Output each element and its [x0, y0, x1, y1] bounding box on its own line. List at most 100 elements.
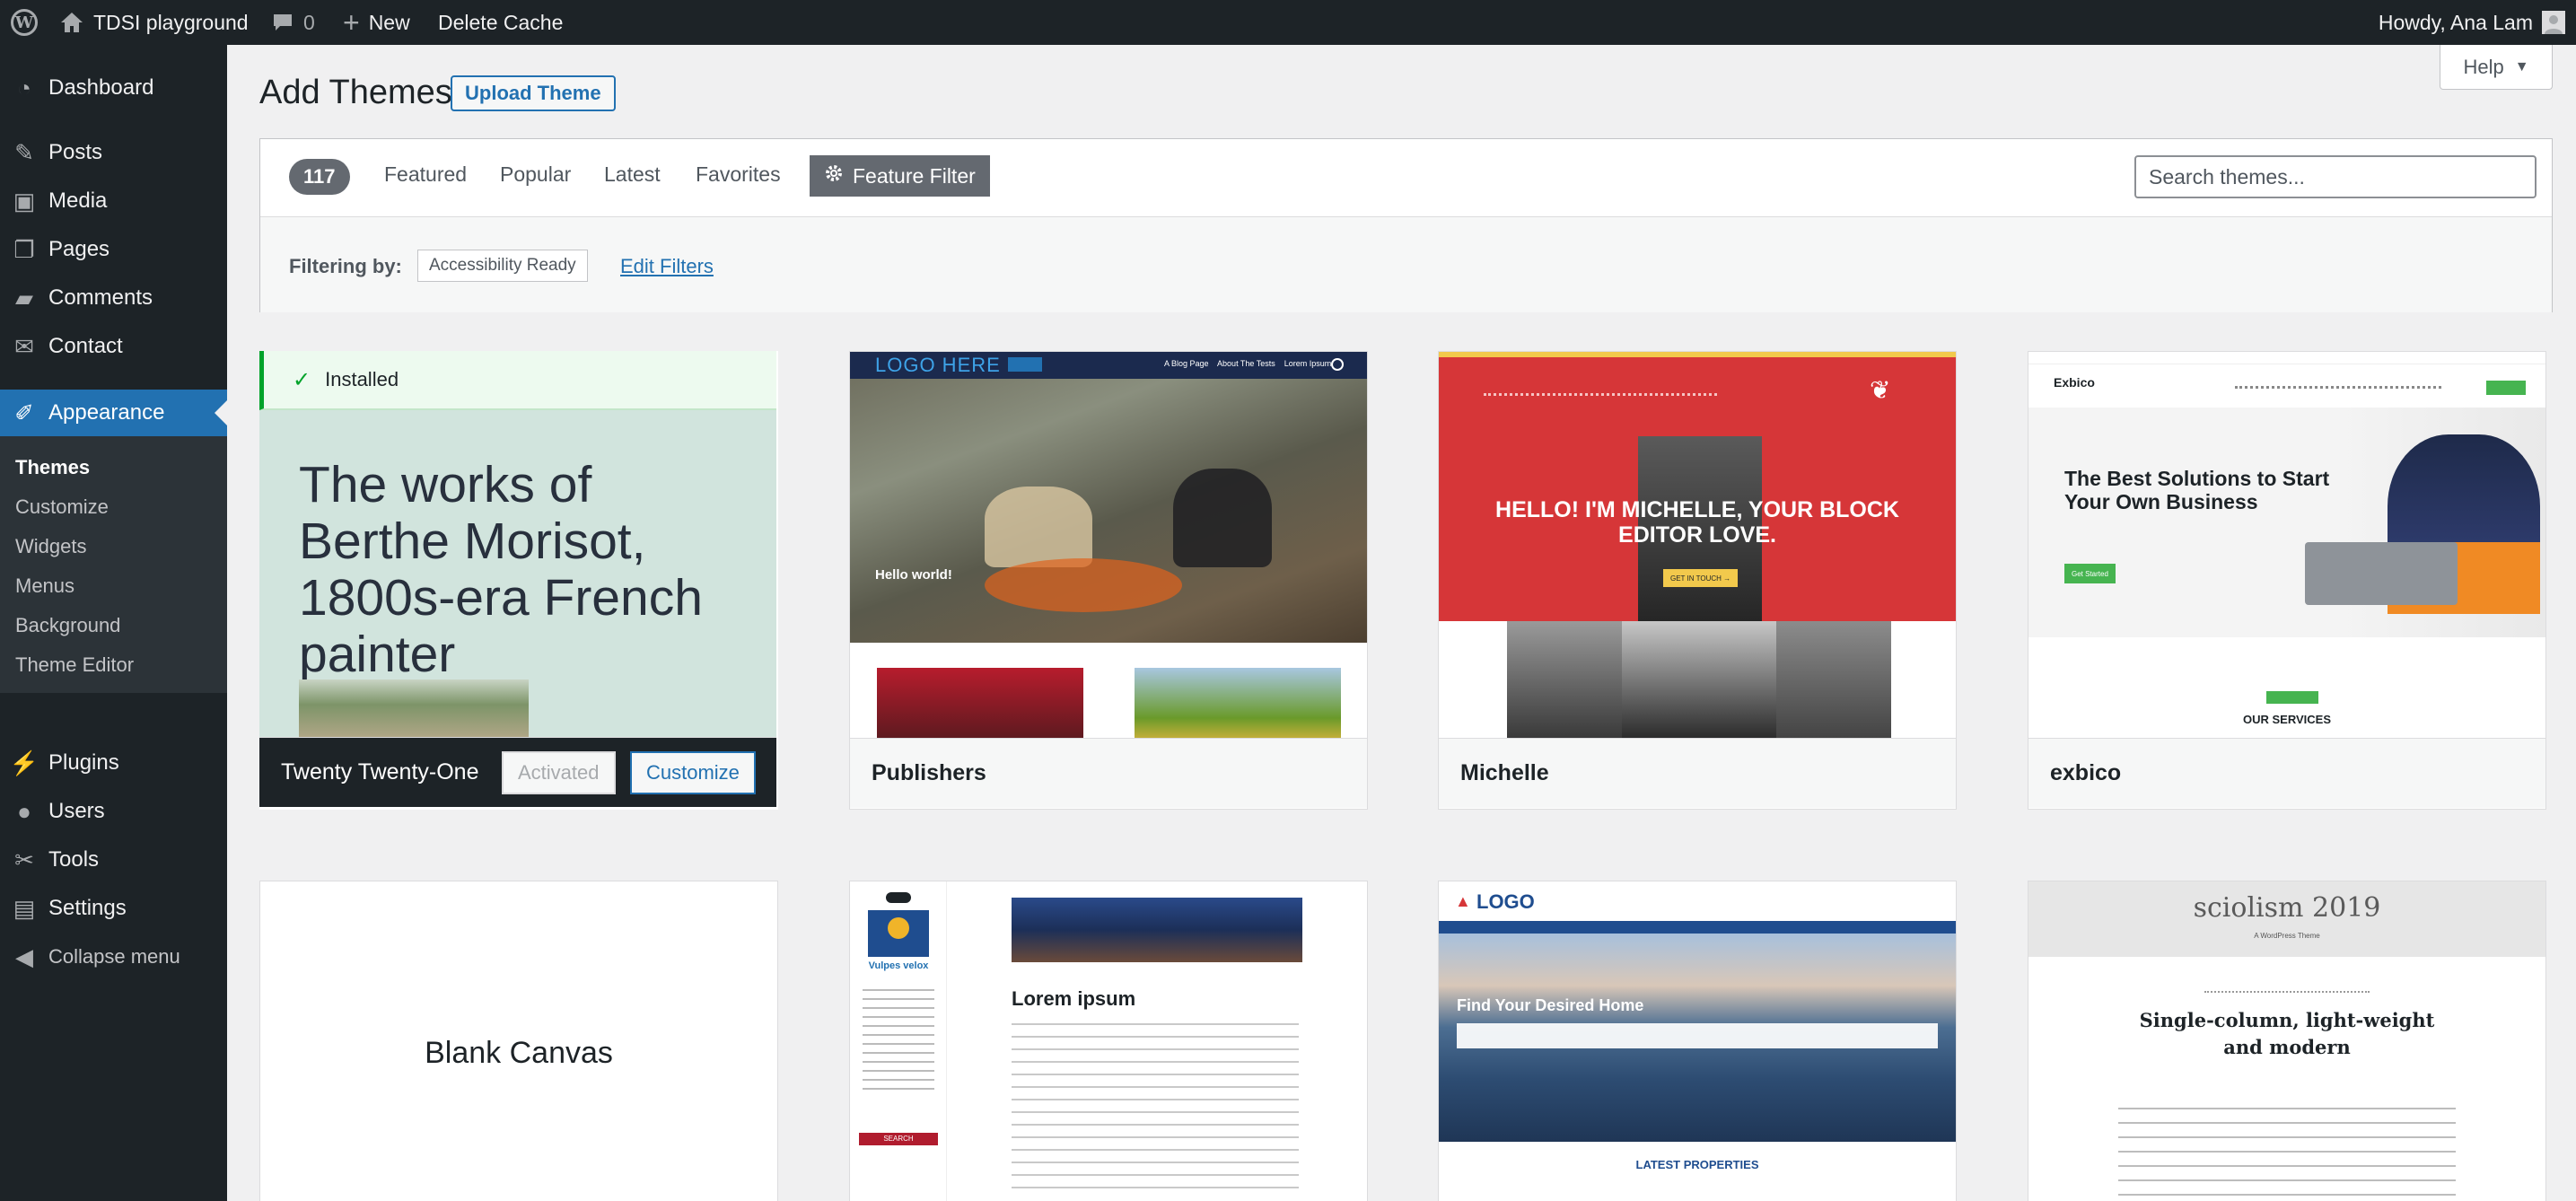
menu-dashboard[interactable]: ◔ Dashboard — [0, 65, 227, 111]
menu-comments[interactable]: ▰ Comments — [0, 275, 227, 321]
theme-card-michelle[interactable]: ❦ HELLO! I'M MICHELLE, YOUR BLOCK EDITOR… — [1438, 351, 1957, 810]
filtering-by-label: Filtering by: — [289, 255, 402, 277]
menu-contact[interactable]: ✉ Contact — [0, 323, 227, 370]
theme-name-bar: exbico — [2028, 738, 2545, 808]
preview-post-meta — [2204, 991, 2370, 995]
menu-posts[interactable]: ✎ Posts — [0, 129, 227, 176]
comments-link[interactable]: 0 — [271, 0, 315, 45]
preview-topbar — [2028, 352, 2545, 364]
delete-cache-link[interactable]: Delete Cache — [438, 0, 563, 45]
settings-icon: ▤ — [13, 894, 36, 922]
search-themes-input[interactable] — [2134, 155, 2537, 198]
tab-popular[interactable]: Popular — [500, 162, 571, 187]
tab-latest[interactable]: Latest — [604, 162, 661, 187]
submenu-theme-editor[interactable]: Theme Editor — [15, 653, 134, 677]
theme-screenshot: sciolism 2019 A WordPress Theme Single-c… — [2028, 881, 2545, 1201]
preview-hero: The Best Solutions to Start Your Own Bus… — [2028, 408, 2545, 637]
installed-notice: ✓ Installed — [259, 351, 776, 410]
theme-card-real-estate[interactable]: ▲ LOGO Find Your Desired Home LATEST PRO… — [1438, 881, 1957, 1201]
new-content-link[interactable]: + New — [343, 0, 410, 45]
new-label: New — [368, 10, 410, 34]
checkmark-icon: ✓ — [293, 367, 311, 392]
customize-button[interactable]: Customize — [630, 751, 756, 794]
preview-photo-2 — [1622, 621, 1776, 738]
gear-icon — [824, 163, 844, 188]
help-tab-button[interactable]: Help ▼ — [2440, 45, 2553, 90]
wordpress-icon: W — [11, 9, 38, 36]
filter-tag-accessibility-ready: Accessibility Ready — [417, 250, 588, 282]
submenu-menus[interactable]: Menus — [15, 574, 74, 598]
theme-screenshot: Exbico The Best Solutions to Start Your … — [2028, 352, 2545, 738]
menu-appearance[interactable]: ✐ Appearance — [0, 390, 227, 436]
preview-badge — [886, 892, 911, 903]
preview-logo-icon: ▲ — [1455, 892, 1471, 910]
submenu-customize[interactable]: Customize — [15, 495, 109, 519]
theme-card-sciolism-2019[interactable]: sciolism 2019 A WordPress Theme Single-c… — [2028, 881, 2546, 1201]
page-title: Add Themes — [259, 74, 452, 111]
preview-logo: Exbico — [2054, 375, 2095, 390]
appearance-submenu: Themes Customize Widgets Menus Backgroun… — [0, 436, 227, 693]
preview-site-name: sciolism 2019 — [2193, 892, 2381, 924]
submenu-themes[interactable]: Themes — [15, 456, 90, 479]
preview-red-hero: ❦ HELLO! I'M MICHELLE, YOUR BLOCK EDITOR… — [1439, 357, 1956, 621]
mail-icon: ✉ — [14, 332, 34, 360]
menu-pages[interactable]: ❐ Pages — [0, 226, 227, 273]
theme-card-publishers[interactable]: LOGO HERE A Blog Page About The Tests Lo… — [849, 351, 1368, 810]
preview-nav — [1484, 393, 1717, 397]
preview-featured-image — [1012, 898, 1302, 962]
comment-icon — [271, 12, 294, 33]
preview-heading: Find Your Desired Home — [1457, 996, 1644, 1014]
preview-body-text — [2118, 1108, 2456, 1197]
preview-button: GET IN TOUCH → — [1663, 569, 1739, 587]
pages-icon: ❐ — [13, 235, 35, 263]
preview-services: OUR SERVICES — [2242, 713, 2331, 726]
edit-filters-link[interactable]: Edit Filters — [620, 255, 714, 278]
preview-section-title: LATEST PROPERTIES — [1635, 1158, 1759, 1171]
preview-button: Get Started — [2064, 564, 2116, 583]
preview-kiwi-image — [1135, 668, 1341, 738]
wp-logo-menu[interactable]: W — [11, 0, 38, 45]
wrench-icon: ✂ — [14, 846, 34, 873]
menu-users[interactable]: ● Users — [0, 788, 227, 835]
tab-favorites[interactable]: Favorites — [696, 162, 781, 187]
preview-figure-left — [985, 487, 1092, 567]
theme-card-exbico[interactable]: Exbico The Best Solutions to Start Your … — [2028, 351, 2546, 810]
site-name-link[interactable]: TDSI playground — [59, 0, 249, 45]
preview-tagline: A WordPress Theme — [2254, 932, 2320, 940]
theme-card-vulpes[interactable]: Vulpes velox SEARCH Lorem ipsum — [849, 881, 1368, 1201]
theme-card-blank-canvas[interactable]: Blank Canvas — [259, 881, 778, 1201]
home-icon — [59, 11, 84, 34]
admin-sidebar: ◔ Dashboard ✎ Posts ▣ Media ❐ Pages ▰ Co… — [0, 45, 227, 1201]
filter-bar-bottom: Filtering by: Accessibility Ready Edit F… — [260, 216, 2552, 312]
submenu-widgets[interactable]: Widgets — [15, 535, 86, 558]
collapse-icon: ◀ — [15, 942, 33, 970]
admin-bar: W TDSI playground 0 + New Delete Cache H… — [0, 0, 2576, 45]
menu-plugins[interactable]: ⚡ Plugins — [0, 740, 227, 786]
preview-logo-icon: ❦ — [1870, 376, 1891, 404]
preview-search-icon — [1331, 358, 1344, 371]
preview-search-form — [1457, 1023, 1938, 1048]
theme-screenshot: Blank Canvas — [260, 881, 777, 1201]
upload-theme-button[interactable]: Upload Theme — [451, 75, 616, 111]
dashboard-icon: ◔ — [17, 74, 31, 101]
tab-featured[interactable]: Featured — [384, 162, 467, 187]
comments-count: 0 — [303, 10, 315, 34]
theme-card-twenty-twenty-one[interactable]: The works of Berthe Morisot, 1800s-era F… — [259, 351, 778, 810]
my-account[interactable]: Howdy, Ana Lam — [2379, 0, 2565, 45]
submenu-background[interactable]: Background — [15, 614, 120, 637]
feature-filter-button[interactable]: Feature Filter — [810, 155, 990, 197]
user-icon: ● — [17, 797, 31, 825]
preview-city-image: Find Your Desired Home — [1439, 934, 1956, 1142]
menu-media[interactable]: ▣ Media — [0, 178, 227, 224]
preview-hero-photo: LOGO HERE A Blog Page About The Tests Lo… — [850, 352, 1367, 643]
activated-button: Activated — [502, 751, 616, 794]
menu-tools[interactable]: ✂ Tools — [0, 837, 227, 883]
preview-fox-logo — [868, 910, 929, 957]
preview-logo: LOGO HERE — [875, 354, 1001, 376]
filter-bar-top: 117 Featured Popular Latest Favorites Fe… — [260, 139, 2552, 216]
brush-icon: ✐ — [14, 399, 34, 426]
plus-icon: + — [343, 6, 360, 39]
menu-settings[interactable]: ▤ Settings — [0, 885, 227, 932]
collapse-menu-button[interactable]: ◀ Collapse menu — [0, 934, 227, 980]
preview-heading: Single-column, light-weight and modern — [2139, 1009, 2435, 1058]
